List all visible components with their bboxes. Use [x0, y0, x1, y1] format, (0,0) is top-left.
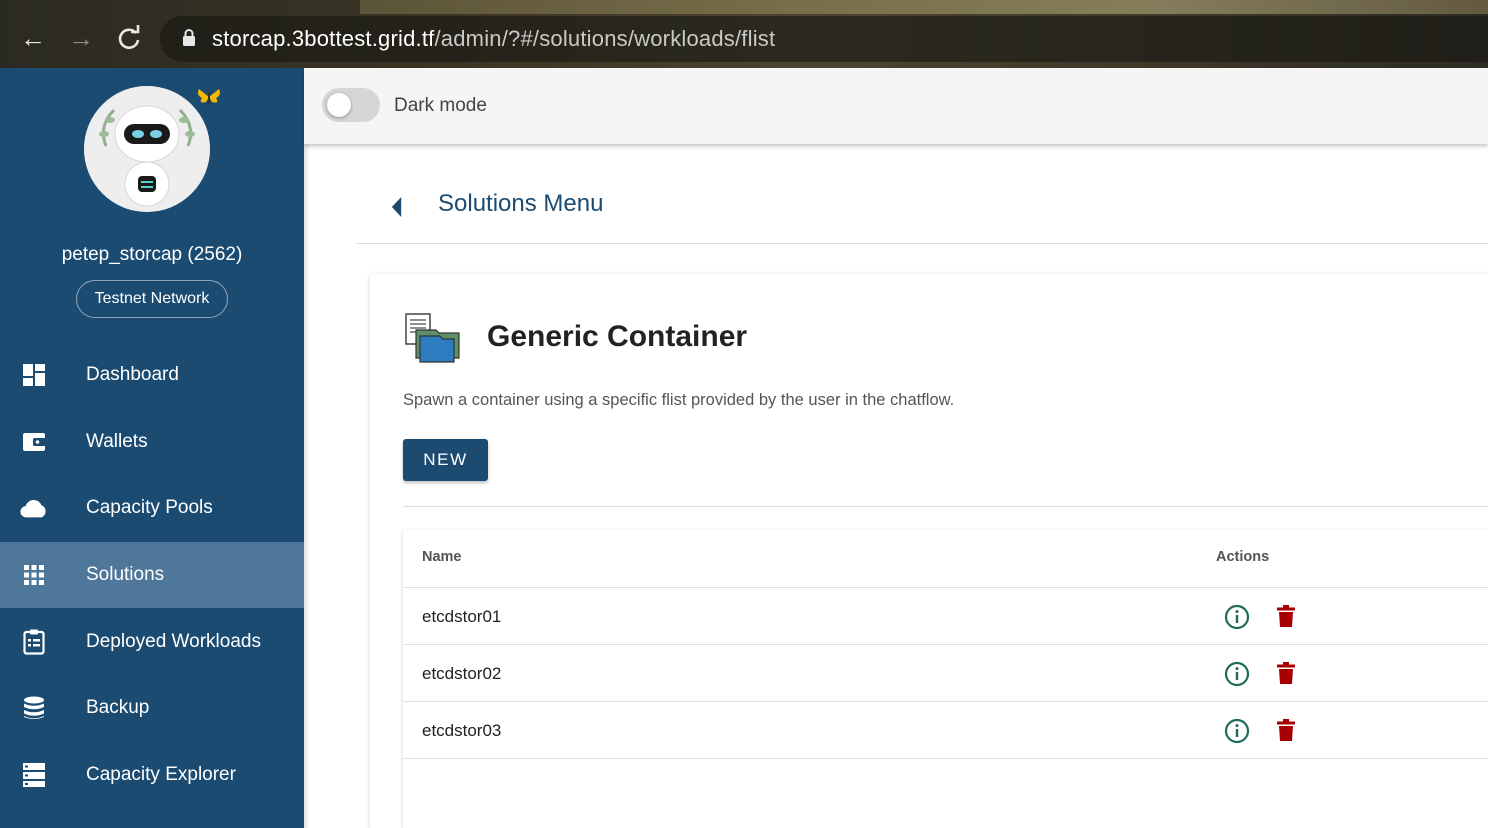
- user-name: petep_storcap (2562): [61, 244, 243, 265]
- url-host: storcap.3bottest.grid.tf: [212, 26, 435, 51]
- workload-name: etcdstor03: [422, 721, 502, 740]
- url-path: /admin/?#/solutions/workloads/flist: [434, 26, 776, 51]
- info-icon[interactable]: [1224, 718, 1250, 744]
- table-row: etcdstor03: [403, 701, 1488, 758]
- wallet-icon: [20, 428, 48, 456]
- sidebar-item-solutions[interactable]: Solutions: [0, 541, 304, 609]
- info-icon[interactable]: [1224, 604, 1250, 630]
- divider: [356, 243, 1488, 244]
- column-header-name[interactable]: Name: [422, 549, 462, 565]
- sidebar-item-label: Solutions: [86, 564, 165, 586]
- sidebar-item-label: Capacity Pools: [86, 497, 213, 519]
- workloads-table: Name Actions etcdstor01 etcdstor02 etcds…: [403, 530, 1488, 828]
- solution-description: Spawn a container using a specific flist…: [403, 391, 955, 409]
- trash-icon[interactable]: [1277, 719, 1295, 741]
- dashboard-icon: [20, 361, 48, 389]
- workload-name: etcdstor02: [422, 664, 502, 683]
- solution-title: Generic Container: [487, 320, 748, 353]
- sidebar-item-wallets[interactable]: Wallets: [0, 409, 304, 476]
- sidebar-item-dashboard[interactable]: Dashboard: [0, 342, 304, 409]
- sidebar-item-label: Backup: [86, 697, 150, 719]
- column-header-actions: Actions: [1216, 549, 1270, 565]
- reload-icon[interactable]: [115, 24, 143, 52]
- butterfly-icon: [198, 89, 220, 104]
- table-row: etcdstor01: [403, 587, 1488, 644]
- sidebar-item-label: Capacity Explorer: [86, 763, 236, 785]
- dark-mode-toggle[interactable]: [322, 88, 380, 122]
- sidebar-shadow: [304, 144, 310, 828]
- server-icon: [20, 761, 48, 789]
- network-chip[interactable]: Testnet Network: [76, 280, 228, 318]
- back-caret-icon[interactable]: [390, 196, 404, 218]
- app-topbar: Dark mode: [304, 68, 1488, 144]
- container-folder-icon: [405, 313, 460, 363]
- database-icon: [20, 694, 48, 722]
- toggle-knob: [327, 93, 351, 117]
- sidebar: petep_storcap (2562) Testnet Network Das…: [0, 68, 304, 828]
- info-icon[interactable]: [1224, 661, 1250, 687]
- sidebar-item-capacity-explorer[interactable]: Capacity Explorer: [0, 742, 304, 809]
- sidebar-item-backup[interactable]: Backup: [0, 675, 304, 742]
- sidebar-item-label: Dashboard: [86, 364, 179, 386]
- forward-arrow-icon[interactable]: →: [67, 24, 95, 52]
- lock-icon: [183, 29, 195, 46]
- browser-toolbar: ← → storcap.3bottest.grid.tf/admin/?#/so…: [0, 0, 1488, 68]
- sidebar-item-label: Deployed Workloads: [86, 630, 261, 652]
- sidebar-item-capacity-pools[interactable]: Capacity Pools: [0, 475, 304, 542]
- new-button[interactable]: NEW: [403, 439, 488, 481]
- workload-name: etcdstor01: [422, 607, 502, 626]
- dark-mode-label: Dark mode: [394, 95, 487, 116]
- apps-grid-icon: [20, 561, 48, 589]
- trash-icon[interactable]: [1277, 662, 1295, 684]
- sidebar-item-deployed-workloads[interactable]: Deployed Workloads: [0, 608, 304, 675]
- sidebar-menu: Dashboard Wallets Capacity Pools Solutio…: [0, 342, 304, 808]
- cloud-icon: [20, 494, 48, 522]
- page-title[interactable]: Solutions Menu: [438, 190, 603, 218]
- sidebar-item-label: Wallets: [86, 430, 148, 452]
- avatar: [84, 86, 210, 212]
- divider: [403, 758, 1488, 759]
- divider: [403, 506, 1488, 507]
- trash-icon[interactable]: [1277, 605, 1295, 627]
- back-arrow-icon[interactable]: ←: [19, 24, 47, 52]
- url-text[interactable]: storcap.3bottest.grid.tf/admin/?#/soluti…: [212, 26, 775, 52]
- clipboard-list-icon: [20, 628, 48, 656]
- table-row: etcdstor02: [403, 644, 1488, 701]
